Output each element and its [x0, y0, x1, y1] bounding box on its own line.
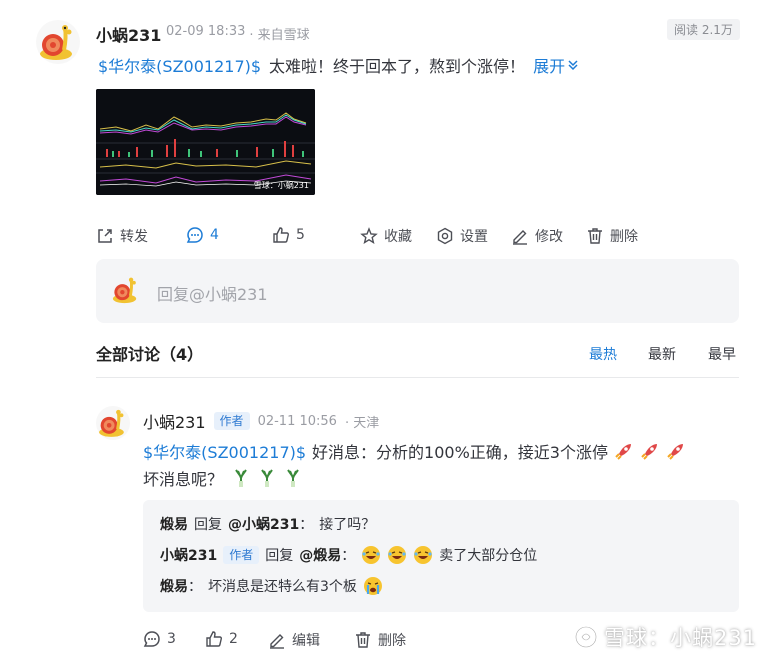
trash-icon — [356, 632, 370, 648]
author-badge: 作者 — [223, 546, 260, 564]
reply-item[interactable]: 小蜗231 作者 回复 @煅易： 卖了大部分仓位 — [160, 545, 537, 565]
author-badge: 作者 — [213, 412, 250, 430]
thumbs-up-icon — [206, 631, 222, 647]
post-author-name[interactable]: 小蜗231 — [96, 22, 161, 46]
star-icon — [360, 227, 378, 244]
rocket-icon — [667, 444, 683, 460]
leek-emoji-group — [231, 468, 303, 488]
like-button[interactable]: 5 — [272, 226, 305, 244]
sort-newest[interactable]: 最新 — [648, 344, 676, 364]
post-source: · 来自雪球 — [249, 28, 310, 43]
header-divider — [96, 377, 739, 378]
laughing-icon — [362, 546, 381, 564]
author-avatar[interactable] — [36, 20, 80, 64]
xueqiu-logo-icon — [574, 625, 598, 649]
rocket-icon — [615, 444, 631, 460]
delete-label: 删除 — [610, 229, 638, 245]
pencil-icon — [270, 634, 284, 649]
comment-like-count: 2 — [229, 631, 238, 647]
comment-text: 好消息：分析的100%正确，接近3个涨停 — [312, 443, 608, 462]
comment-stock-tag[interactable]: $华尔泰(SZ001217)$ — [143, 439, 306, 463]
settings-label: 设置 — [460, 229, 488, 245]
sort-oldest[interactable]: 最早 — [708, 344, 736, 364]
laughing-icon — [388, 546, 407, 564]
laugh-emoji-group — [361, 545, 433, 565]
comment-location: · 天津 — [344, 415, 380, 431]
reply-mention[interactable]: @煅易 — [299, 545, 341, 565]
page-watermark: 雪球：小蜗231 — [574, 622, 757, 652]
stock-tag-link[interactable]: $华尔泰(SZ001217)$ — [98, 53, 261, 77]
reply-text: 接了吗？ — [319, 517, 376, 533]
leek-icon — [235, 469, 247, 487]
reply-author[interactable]: 煅易 — [160, 514, 188, 534]
leek-icon — [287, 469, 299, 487]
thumbs-up-icon — [273, 227, 289, 243]
settings-button[interactable]: 设置 — [436, 226, 488, 246]
post-image-thumbnail[interactable]: 雪球：小蜗231 — [96, 89, 315, 195]
reply-author[interactable]: 小蜗231 — [160, 545, 217, 565]
reply-placeholder[interactable]: 回复@小蜗231 — [157, 281, 268, 305]
comment-reply-count: 3 — [167, 631, 176, 647]
expand-link[interactable]: 展开 — [533, 53, 579, 77]
gear-icon — [437, 227, 453, 245]
reply-item[interactable]: 煅易： 坏消息是还特么有3个板 — [160, 576, 383, 596]
pencil-icon — [513, 230, 527, 245]
comment-count: 4 — [210, 227, 219, 243]
comment-edit-label: 编辑 — [292, 633, 320, 649]
comment-icon — [143, 631, 160, 647]
comment-time[interactable]: 02-11 10:56 — [258, 414, 337, 429]
rocket-icon — [641, 444, 657, 460]
comment-edit-button[interactable]: 编辑 — [268, 630, 320, 650]
post-text: 太难啦！终于回本了，熬到个涨停！ — [269, 57, 526, 76]
view-count: 阅读 2.1万 — [667, 19, 740, 40]
favorite-button[interactable]: 收藏 — [360, 226, 412, 246]
comment-button[interactable]: 4 — [186, 226, 219, 244]
comment-text-line2: 坏消息呢？ — [143, 470, 224, 489]
favorite-label: 收藏 — [384, 229, 412, 245]
comment-avatar[interactable] — [96, 406, 130, 440]
discussion-title: 全部讨论（4） — [96, 345, 204, 364]
edit-button[interactable]: 修改 — [511, 226, 563, 246]
image-watermark: 雪球：小蜗231 — [253, 181, 309, 190]
crying-icon — [363, 577, 382, 595]
reply-thread: 煅易 回复 @小蜗231： 接了吗？ 小蜗231 作者 回复 @煅易： 卖了大部… — [143, 500, 739, 612]
reply-author[interactable]: 煅易 — [160, 576, 188, 596]
edit-label: 修改 — [535, 229, 563, 245]
reply-mention[interactable]: @小蜗231 — [228, 514, 299, 534]
comment-icon — [186, 227, 203, 243]
reply-text: 卖了大部分仓位 — [439, 548, 538, 564]
repost-label: 转发 — [120, 229, 148, 245]
reply-avatar — [110, 274, 142, 306]
double-chevron-down-icon — [568, 60, 578, 71]
rocket-emoji-group — [614, 441, 686, 461]
delete-button[interactable]: 删除 — [586, 226, 638, 246]
sort-hot[interactable]: 最热 — [589, 344, 617, 364]
leek-icon — [261, 469, 273, 487]
share-icon — [98, 229, 112, 243]
post-time[interactable]: 02-09 18:33 — [166, 24, 245, 43]
repost-button[interactable]: 转发 — [96, 226, 148, 246]
comment-reply-button[interactable]: 3 — [143, 630, 176, 648]
like-count: 5 — [296, 227, 305, 243]
comment-like-button[interactable]: 2 — [205, 630, 238, 648]
reply-item[interactable]: 煅易 回复 @小蜗231： 接了吗？ — [160, 514, 375, 534]
trash-icon — [588, 228, 602, 244]
reply-text: 坏消息是还特么有3个板 — [208, 579, 357, 595]
laughing-icon — [414, 546, 433, 564]
comment-delete-label: 删除 — [378, 633, 406, 649]
comment-delete-button[interactable]: 删除 — [354, 630, 406, 650]
reply-input-box[interactable]: 回复@小蜗231 — [96, 259, 739, 323]
comment-author-name[interactable]: 小蜗231 — [143, 409, 206, 433]
